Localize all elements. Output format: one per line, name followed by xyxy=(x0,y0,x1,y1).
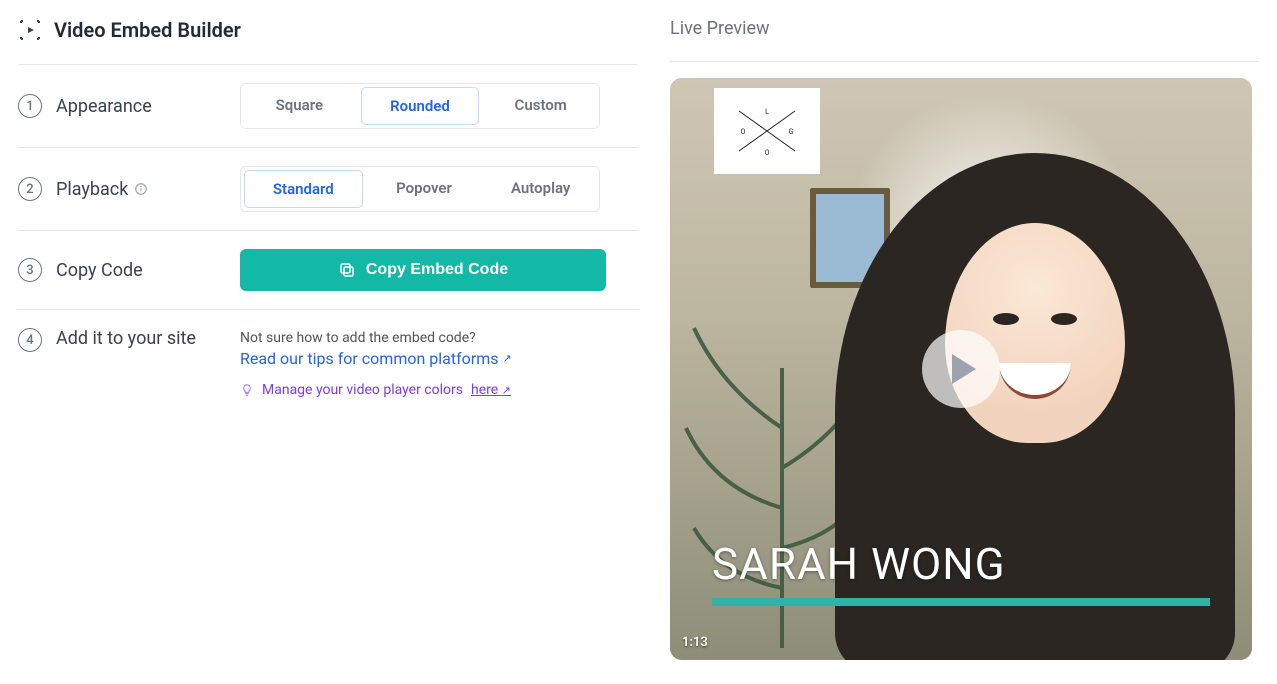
external-icon: ↗ xyxy=(503,352,512,365)
step-add: 4 Add it to your site Not sure how to ad… xyxy=(18,310,638,372)
step-label: Appearance xyxy=(56,96,152,117)
step-number: 4 xyxy=(18,328,42,352)
svg-text:O: O xyxy=(765,149,770,157)
step-copy: 3 Copy Code Copy Embed Code xyxy=(18,231,638,309)
appearance-segmented: Square Rounded Custom xyxy=(240,83,600,129)
svg-text:O: O xyxy=(741,128,746,136)
crop-play-icon xyxy=(18,18,42,42)
playback-opt-standard[interactable]: Standard xyxy=(244,170,363,208)
play-button[interactable] xyxy=(922,330,1000,408)
manage-colors-text: Manage your video player colors xyxy=(262,382,463,398)
appearance-opt-custom[interactable]: Custom xyxy=(482,84,599,128)
playback-label-text: Playback xyxy=(56,179,128,200)
playback-opt-autoplay[interactable]: Autoplay xyxy=(482,167,599,211)
help-text-line1: Not sure how to add the embed code? xyxy=(240,328,512,349)
external-icon: ↗ xyxy=(502,384,511,397)
manage-colors-row: Manage your video player colors here ↗ xyxy=(18,372,638,398)
step-playback: 2 Playback Standard Popover Autoplay xyxy=(18,148,638,230)
step-number: 2 xyxy=(18,177,42,201)
step-label: Playback xyxy=(56,179,148,200)
step-number: 3 xyxy=(18,258,42,282)
step-appearance: 1 Appearance Square Rounded Custom xyxy=(18,65,638,147)
step-number: 1 xyxy=(18,94,42,118)
video-preview: L O G O SARAH WONG 1:13 xyxy=(670,78,1252,660)
page-title: Video Embed Builder xyxy=(54,18,241,42)
help-link-tips[interactable]: Read our tips for common platforms ↗ xyxy=(240,349,512,368)
svg-text:L: L xyxy=(765,108,769,116)
divider xyxy=(670,61,1259,62)
logo-card: L O G O xyxy=(714,88,820,174)
info-icon[interactable] xyxy=(134,182,148,196)
appearance-opt-rounded[interactable]: Rounded xyxy=(361,87,480,125)
bulb-icon xyxy=(240,383,254,397)
live-preview-heading: Live Preview xyxy=(670,0,1259,61)
playback-segmented: Standard Popover Autoplay xyxy=(240,166,600,212)
help-link-label: Read our tips for common platforms xyxy=(240,349,499,368)
presenter-name: SARAH WONG xyxy=(712,538,1006,590)
step-label: Copy Code xyxy=(56,260,143,281)
copy-button-label: Copy Embed Code xyxy=(366,261,508,279)
name-underline xyxy=(712,598,1210,606)
step-label: Add it to your site xyxy=(56,328,196,349)
copy-embed-button[interactable]: Copy Embed Code xyxy=(240,249,606,291)
playback-opt-popover[interactable]: Popover xyxy=(366,167,483,211)
builder-header: Video Embed Builder xyxy=(18,0,638,64)
svg-text:G: G xyxy=(789,128,794,136)
appearance-opt-square[interactable]: Square xyxy=(241,84,358,128)
video-duration: 1:13 xyxy=(682,635,708,650)
copy-icon xyxy=(338,261,356,279)
manage-colors-here: here xyxy=(471,382,498,398)
manage-colors-link[interactable]: here ↗ xyxy=(471,382,511,398)
